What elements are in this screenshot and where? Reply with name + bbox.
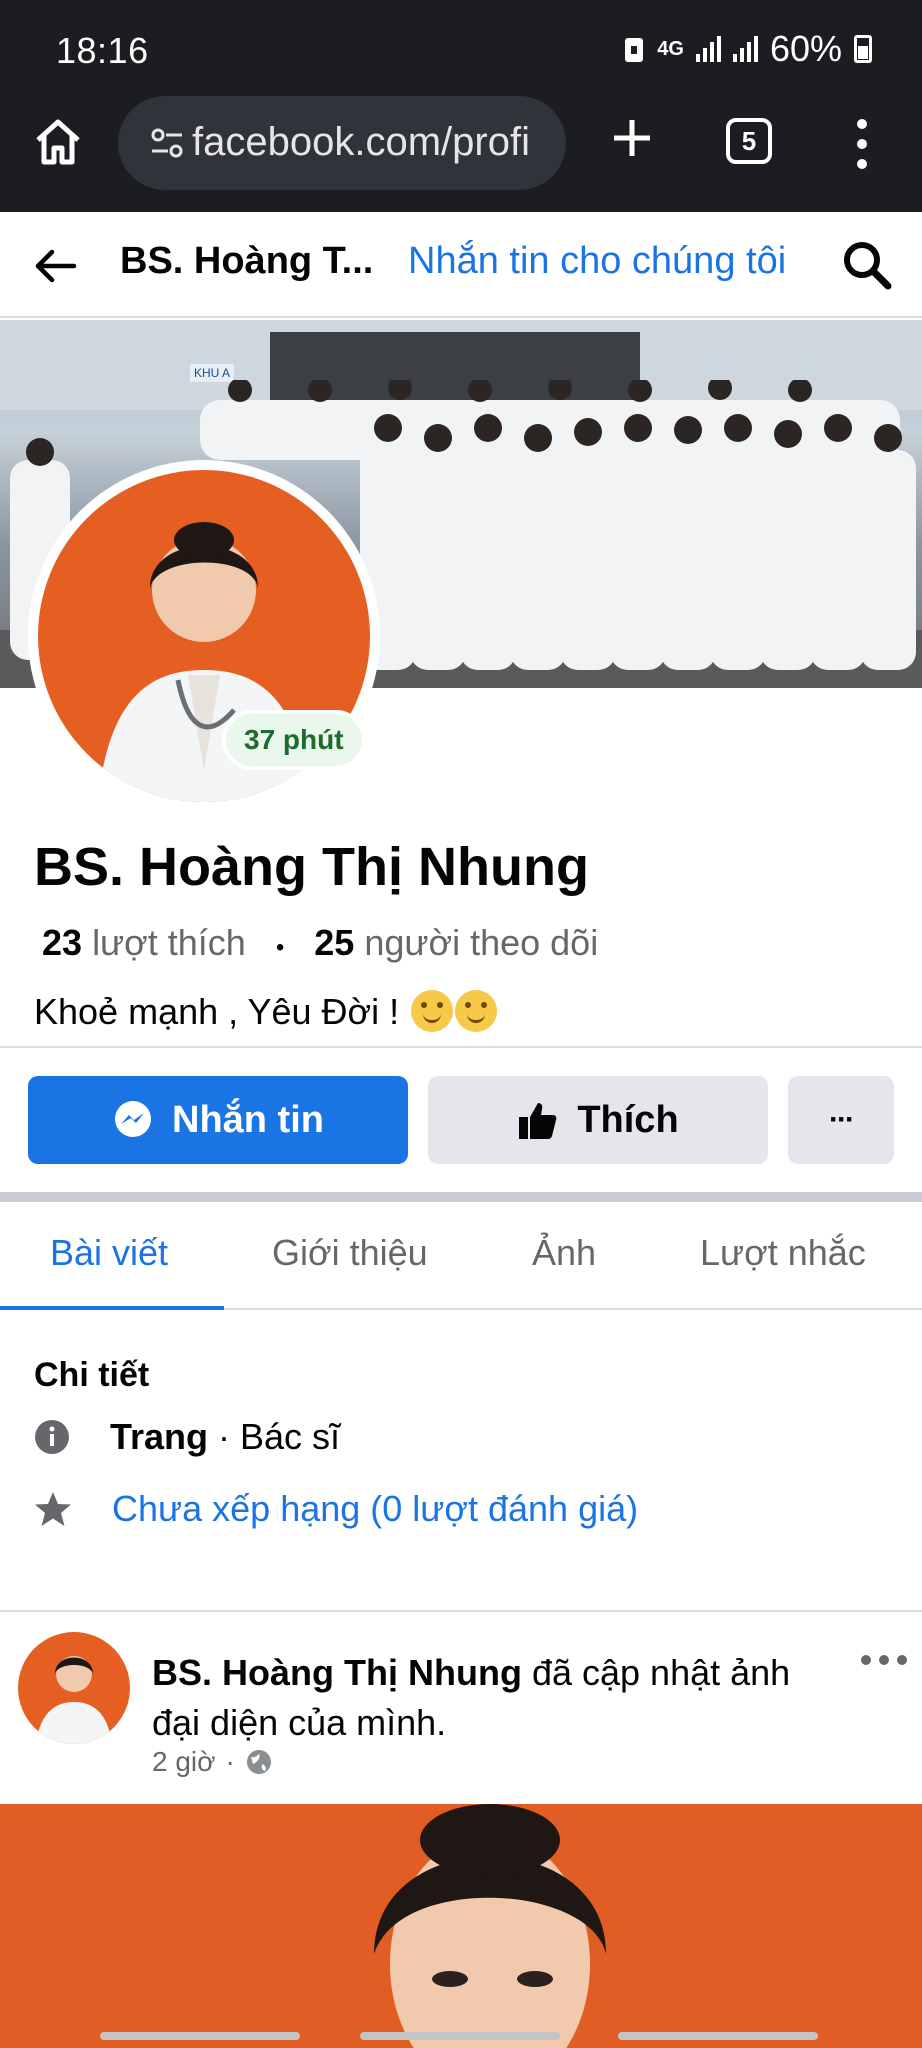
likes-label: lượt thích bbox=[92, 922, 246, 963]
network-type: 4G bbox=[657, 38, 684, 60]
tab-about[interactable]: Giới thiệu bbox=[272, 1232, 428, 1274]
page-stats[interactable]: 23 lượt thích • 25 người theo dõi bbox=[42, 922, 598, 964]
hugging-face-emoji-icon bbox=[411, 990, 454, 1032]
globe-icon bbox=[246, 1750, 271, 1774]
header-page-name: BS. Hoàng T... bbox=[120, 240, 374, 282]
tab-mentions[interactable]: Lượt nhắc bbox=[700, 1232, 866, 1274]
search-icon[interactable] bbox=[840, 238, 894, 292]
status-icons: 4G 60% bbox=[623, 28, 872, 70]
post-author-name[interactable]: BS. Hoàng Thị Nhung bbox=[152, 1652, 522, 1693]
post-author-avatar[interactable] bbox=[18, 1632, 130, 1744]
like-button-label: Thích bbox=[577, 1098, 679, 1141]
signal-icon-2 bbox=[732, 36, 758, 62]
category-label: Trang bbox=[110, 1416, 209, 1457]
rating-text: Chưa xếp hạng (0 lượt đánh giá) bbox=[112, 1488, 639, 1529]
followers-count: 25 bbox=[314, 922, 355, 963]
page-category-row: Trang · Bác sĩ bbox=[34, 1416, 340, 1458]
post-meta: 2 giờ · bbox=[152, 1746, 273, 1778]
info-icon bbox=[35, 1420, 69, 1454]
system-nav-bar bbox=[0, 2024, 922, 2048]
new-tab-icon[interactable] bbox=[604, 110, 660, 166]
divider bbox=[0, 1046, 922, 1048]
home-icon[interactable] bbox=[30, 114, 86, 170]
menu-kebab-icon[interactable] bbox=[852, 116, 872, 172]
post-time[interactable]: 2 giờ bbox=[152, 1746, 216, 1778]
like-button[interactable]: Thích bbox=[428, 1076, 768, 1164]
divider bbox=[0, 1610, 922, 1612]
more-options-button[interactable]: ··· bbox=[788, 1076, 894, 1164]
post-avatar-portrait bbox=[36, 1656, 112, 1744]
message-us-link[interactable]: Nhắn tin cho chúng tôi bbox=[408, 240, 786, 283]
rating-row[interactable]: Chưa xếp hạng (0 lượt đánh giá) bbox=[34, 1488, 638, 1530]
stats-separator-dot: • bbox=[275, 934, 285, 961]
hugging-face-emoji-icon bbox=[455, 990, 498, 1032]
address-bar[interactable]: facebook.com/profi bbox=[118, 96, 566, 190]
message-button[interactable]: Nhắn tin bbox=[28, 1076, 408, 1164]
post-more-icon[interactable] bbox=[860, 1652, 908, 1668]
tab-posts[interactable]: Bài viết bbox=[50, 1232, 168, 1274]
battery-icon bbox=[854, 35, 872, 63]
details-heading: Chi tiết bbox=[34, 1356, 150, 1394]
battery-percent: 60% bbox=[769, 28, 842, 69]
category-value: · Bác sĩ bbox=[218, 1416, 341, 1457]
site-settings-icon[interactable] bbox=[150, 126, 184, 160]
likes-count: 23 bbox=[42, 922, 83, 963]
url-text: facebook.com/profi bbox=[192, 120, 530, 164]
star-icon bbox=[35, 1492, 71, 1526]
post-photo-portrait bbox=[374, 1804, 606, 2048]
story-time-badge[interactable]: 37 phút bbox=[222, 710, 366, 770]
more-options-label: ··· bbox=[829, 1103, 855, 1136]
signal-icon bbox=[695, 36, 721, 62]
profile-tabs: Bài viết Giới thiệu Ảnh Lượt nhắc bbox=[0, 1202, 922, 1310]
page-bio: Khoẻ mạnh , Yêu Đời ! bbox=[34, 990, 498, 1033]
browser-toolbar: facebook.com/profi 5 bbox=[0, 96, 922, 212]
bio-text: Khoẻ mạnh , Yêu Đời ! bbox=[34, 991, 400, 1032]
post-header-text: BS. Hoàng Thị Nhung đã cập nhật ảnh đại … bbox=[152, 1648, 832, 1748]
page-title: BS. Hoàng Thị Nhung bbox=[34, 837, 589, 897]
tab-switcher-button[interactable]: 5 bbox=[726, 118, 772, 164]
active-tab-indicator bbox=[0, 1306, 224, 1310]
nav-handle[interactable] bbox=[618, 2032, 818, 2040]
thumbs-up-icon bbox=[519, 1103, 557, 1139]
nav-handle[interactable] bbox=[100, 2032, 300, 2040]
lock-icon bbox=[625, 38, 644, 62]
tab-photos[interactable]: Ảnh bbox=[532, 1232, 596, 1274]
page-header: BS. Hoàng T... Nhắn tin cho chúng tôi bbox=[0, 212, 922, 318]
post-photo[interactable] bbox=[0, 1804, 922, 2048]
status-bar: 18:16 4G 60% bbox=[0, 0, 922, 96]
nav-handle[interactable] bbox=[360, 2032, 560, 2040]
status-time: 18:16 bbox=[56, 30, 149, 71]
messenger-icon bbox=[115, 1101, 151, 1137]
message-button-label: Nhắn tin bbox=[172, 1098, 324, 1141]
back-arrow-icon[interactable] bbox=[32, 242, 80, 290]
section-divider bbox=[0, 1192, 922, 1202]
post-meta-separator: · bbox=[225, 1746, 235, 1777]
followers-label: người theo dõi bbox=[364, 922, 599, 963]
